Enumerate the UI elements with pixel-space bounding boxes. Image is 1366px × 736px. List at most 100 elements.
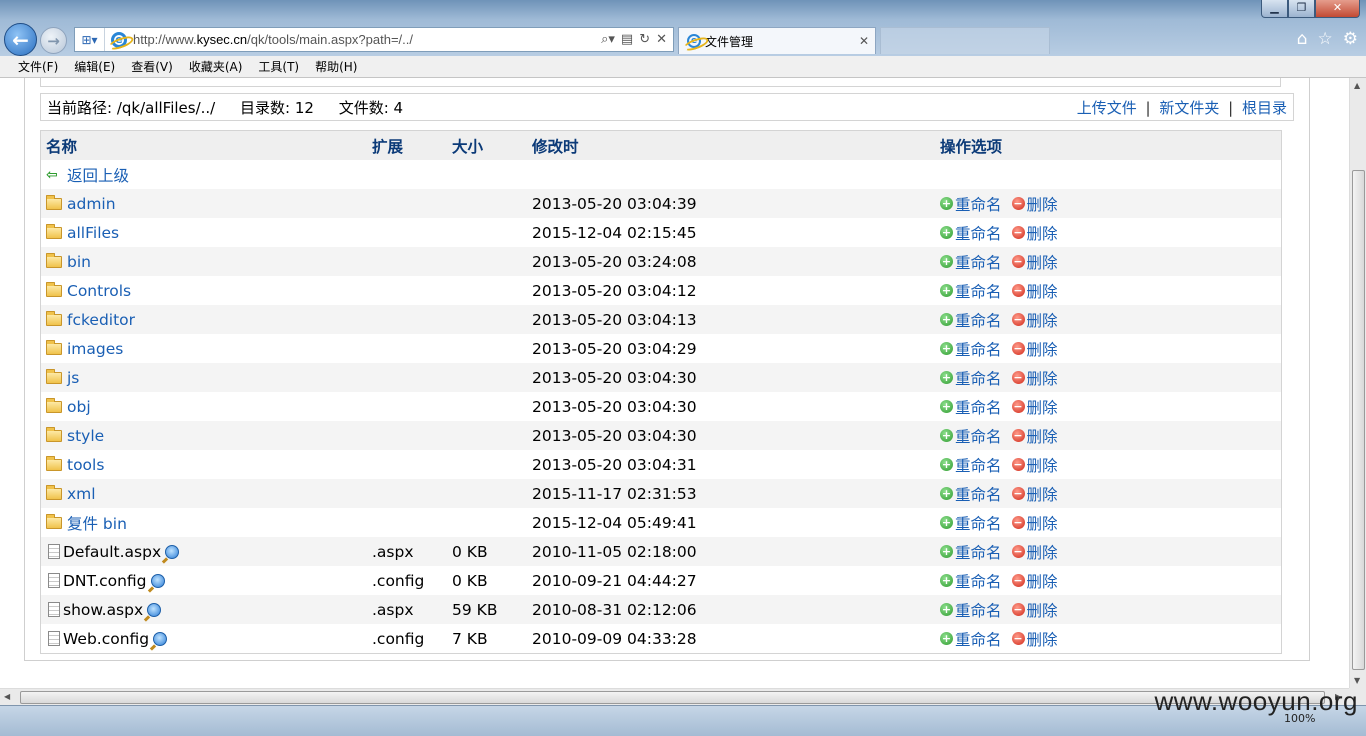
- rename-button[interactable]: + 重命名: [940, 396, 1002, 418]
- delete-button[interactable]: − 删除: [1011, 193, 1058, 215]
- view-file-search-icon[interactable]: [153, 631, 168, 646]
- delete-button[interactable]: − 删除: [1011, 367, 1058, 389]
- folder-link[interactable]: admin: [67, 195, 116, 213]
- folder-link[interactable]: allFiles: [67, 224, 119, 242]
- vertical-scrollbar[interactable]: ▲ ▼: [1349, 78, 1366, 688]
- delete-button[interactable]: − 删除: [1011, 483, 1058, 505]
- header-modified[interactable]: 修改时: [532, 135, 940, 157]
- folder-link[interactable]: style: [67, 427, 104, 445]
- delete-button[interactable]: − 删除: [1011, 338, 1058, 360]
- rename-button[interactable]: + 重命名: [940, 309, 1002, 331]
- tab-close-icon[interactable]: ✕: [859, 34, 875, 48]
- vertical-scroll-thumb[interactable]: [1352, 170, 1365, 670]
- home-icon[interactable]: ⌂: [1297, 29, 1308, 49]
- rename-button[interactable]: + 重命名: [940, 338, 1002, 360]
- delete-button[interactable]: − 删除: [1011, 599, 1058, 621]
- upload-file-link[interactable]: 上传文件: [1077, 99, 1137, 117]
- folder-link[interactable]: xml: [67, 485, 96, 503]
- scroll-up-icon[interactable]: ▲: [1354, 81, 1360, 90]
- tab-file-manager[interactable]: e 文件管理 ✕: [678, 27, 876, 54]
- view-file-search-icon[interactable]: [150, 573, 165, 588]
- rename-button[interactable]: + 重命名: [940, 280, 1002, 302]
- rename-button[interactable]: + 重命名: [940, 251, 1002, 273]
- delete-button[interactable]: − 删除: [1011, 222, 1058, 244]
- maximize-button[interactable]: ❐: [1288, 0, 1315, 18]
- rename-button[interactable]: + 重命名: [940, 628, 1002, 650]
- delete-button[interactable]: − 删除: [1011, 396, 1058, 418]
- tab-background[interactable]: [880, 27, 1050, 54]
- delete-button[interactable]: − 删除: [1011, 628, 1058, 650]
- root-dir-link[interactable]: 根目录: [1242, 99, 1287, 117]
- compatibility-icon[interactable]: ⊞▾: [75, 28, 105, 51]
- folder-link[interactable]: js: [67, 369, 79, 387]
- delete-button[interactable]: − 删除: [1011, 425, 1058, 447]
- new-folder-link[interactable]: 新文件夹: [1159, 99, 1219, 117]
- horizontal-scrollbar[interactable]: ◀ ▶: [0, 688, 1349, 705]
- minimize-button[interactable]: ▁: [1261, 0, 1288, 18]
- header-name[interactable]: 名称: [41, 135, 372, 157]
- search-dropdown-icon[interactable]: ⌕▾: [601, 32, 615, 47]
- folder-link[interactable]: obj: [67, 398, 91, 416]
- table-row-folder: Controls 2013-05-20 03:04:12 + 重命名 − 删除: [41, 276, 1281, 305]
- rename-button[interactable]: + 重命名: [940, 599, 1002, 621]
- rename-button[interactable]: + 重命名: [940, 541, 1002, 563]
- menu-tools[interactable]: 工具(T): [250, 58, 307, 75]
- folder-link[interactable]: Controls: [67, 282, 131, 300]
- delete-button[interactable]: − 删除: [1011, 454, 1058, 476]
- menu-edit[interactable]: 编辑(E): [66, 58, 123, 75]
- file-name: show.aspx: [63, 600, 144, 619]
- header-size[interactable]: 大小: [452, 135, 532, 157]
- size-cell: 59 KB: [452, 600, 498, 619]
- view-file-search-icon[interactable]: [147, 602, 162, 617]
- rename-button[interactable]: + 重命名: [940, 193, 1002, 215]
- delete-button[interactable]: − 删除: [1011, 512, 1058, 534]
- horizontal-scroll-thumb[interactable]: [20, 691, 1325, 704]
- modified-cell: 2013-05-20 03:04:31: [532, 455, 697, 474]
- delete-minus-icon: −: [1011, 255, 1025, 268]
- folder-link[interactable]: bin: [67, 253, 91, 271]
- folder-link[interactable]: images: [67, 340, 123, 358]
- view-file-search-icon[interactable]: [165, 544, 180, 559]
- delete-button[interactable]: − 删除: [1011, 280, 1058, 302]
- menu-help[interactable]: 帮助(H): [307, 58, 365, 75]
- menu-favorites[interactable]: 收藏夹(A): [181, 58, 251, 75]
- refresh-icon[interactable]: ↻: [639, 32, 650, 47]
- rename-button[interactable]: + 重命名: [940, 367, 1002, 389]
- delete-button[interactable]: − 删除: [1011, 570, 1058, 592]
- address-url[interactable]: http://www.kysec.cn/qk/tools/main.aspx?p…: [133, 32, 601, 47]
- rename-button[interactable]: + 重命名: [940, 425, 1002, 447]
- scroll-down-icon[interactable]: ▼: [1354, 676, 1360, 685]
- go-up-link[interactable]: 返回上级: [67, 164, 129, 186]
- menu-view[interactable]: 查看(V): [123, 58, 181, 75]
- rename-button[interactable]: + 重命名: [940, 512, 1002, 534]
- folder-link[interactable]: fckeditor: [67, 311, 135, 329]
- rename-button[interactable]: + 重命名: [940, 222, 1002, 244]
- rename-button[interactable]: + 重命名: [940, 454, 1002, 476]
- stop-icon[interactable]: ✕: [656, 32, 667, 47]
- address-bar[interactable]: ⊞▾ e http://www.kysec.cn/qk/tools/main.a…: [74, 27, 674, 52]
- delete-minus-icon: −: [1011, 371, 1025, 384]
- forward-arrow-icon: →: [47, 31, 60, 50]
- compat-view-icon[interactable]: ▤: [621, 32, 633, 47]
- delete-button[interactable]: − 删除: [1011, 309, 1058, 331]
- rename-button[interactable]: + 重命名: [940, 483, 1002, 505]
- rename-plus-icon: +: [940, 197, 953, 210]
- delete-label: 删除: [1026, 224, 1058, 243]
- delete-label: 删除: [1026, 543, 1058, 562]
- rename-button[interactable]: + 重命名: [940, 570, 1002, 592]
- file-table: 名称 扩展 大小 修改时 操作选项 ⇦ 返回上级 admin 2013-05-2…: [40, 130, 1282, 654]
- scroll-left-icon[interactable]: ◀: [4, 692, 10, 701]
- close-window-button[interactable]: ✕: [1315, 0, 1360, 18]
- header-ext[interactable]: 扩展: [372, 135, 452, 157]
- folder-link[interactable]: 复件 bin: [67, 512, 127, 534]
- folder-icon: [46, 455, 62, 471]
- menu-file[interactable]: 文件(F): [10, 58, 66, 75]
- settings-gear-icon[interactable]: ⚙: [1343, 29, 1358, 49]
- delete-button[interactable]: − 删除: [1011, 541, 1058, 563]
- forward-button[interactable]: →: [40, 27, 67, 54]
- delete-button[interactable]: − 删除: [1011, 251, 1058, 273]
- favorites-star-icon[interactable]: ☆: [1318, 29, 1333, 49]
- folder-link[interactable]: tools: [67, 456, 104, 474]
- delete-minus-icon: −: [1011, 516, 1025, 529]
- back-button[interactable]: ←: [4, 23, 37, 56]
